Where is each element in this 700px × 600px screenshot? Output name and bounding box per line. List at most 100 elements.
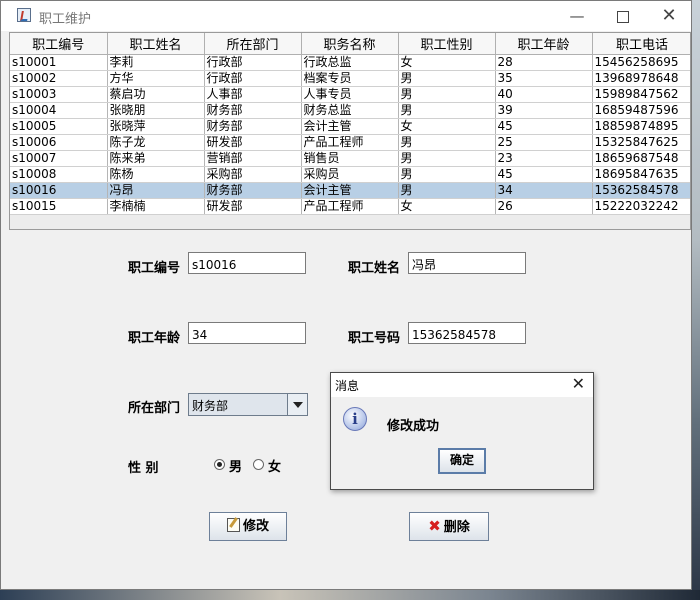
gender-male-radio[interactable] xyxy=(214,459,225,470)
table-cell[interactable]: 28 xyxy=(495,54,593,71)
table-cell[interactable]: 男 xyxy=(398,86,496,103)
column-header[interactable]: 职工编号 xyxy=(10,33,108,55)
column-header[interactable]: 职工姓名 xyxy=(107,33,205,55)
table-row[interactable]: s10016 冯昂 财务部 会计主管男 34 15362584578 xyxy=(10,182,690,199)
ok-button[interactable]: 确定 xyxy=(438,448,486,474)
table-cell[interactable]: 男 xyxy=(398,150,496,167)
dialog-title-bar[interactable]: 消息 ✕ xyxy=(331,373,593,397)
table-cell[interactable]: 26 xyxy=(495,198,593,215)
table-cell[interactable]: 15989847562 xyxy=(592,86,690,103)
table-cell[interactable]: 13968978648 xyxy=(592,70,690,87)
department-select[interactable]: 财务部 xyxy=(188,393,308,416)
table-cell[interactable]: s10003 xyxy=(10,86,108,103)
table-cell[interactable]: 档案专员 xyxy=(301,70,399,87)
table-cell[interactable]: 蔡启功 xyxy=(107,86,205,103)
table-cell[interactable]: 方华 xyxy=(107,70,205,87)
table-cell[interactable]: 采购部 xyxy=(204,166,302,183)
table-cell[interactable]: 张晓萍 xyxy=(107,118,205,135)
table-cell[interactable]: 35 xyxy=(495,70,593,87)
table-cell[interactable]: 15362584578 xyxy=(592,182,690,199)
table-cell[interactable]: 15325847625 xyxy=(592,134,690,151)
table-cell[interactable]: 行政部 xyxy=(204,54,302,71)
table-cell[interactable]: 人事部 xyxy=(204,86,302,103)
table-cell[interactable]: 男 xyxy=(398,166,496,183)
table-cell[interactable]: 张晓朋 xyxy=(107,102,205,119)
table-cell[interactable]: 财务部 xyxy=(204,102,302,119)
table-cell[interactable]: 产品工程师 xyxy=(301,198,399,215)
table-row[interactable]: s10004 张晓朋 财务部 财务总监男 39 16859487596 xyxy=(10,102,690,119)
table-cell[interactable]: 45 xyxy=(495,118,593,135)
table-cell[interactable]: s10008 xyxy=(10,166,108,183)
column-header[interactable]: 所在部门 xyxy=(204,33,302,55)
employee-table[interactable]: 职工编号 职工姓名 所在部门 职务名称 职工性别 职工年龄 职工电话 s10001 李莉 行政部… xyxy=(9,32,691,230)
table-cell[interactable]: 采购员 xyxy=(301,166,399,183)
column-header[interactable]: 职工性别 xyxy=(398,33,496,55)
table-cell[interactable]: 人事专员 xyxy=(301,86,399,103)
table-cell[interactable]: 男 xyxy=(398,102,496,119)
gender-male-label[interactable]: 男 xyxy=(229,456,242,475)
table-cell[interactable]: 行政总监 xyxy=(301,54,399,71)
table-cell[interactable]: 财务部 xyxy=(204,182,302,199)
table-cell[interactable]: s10016 xyxy=(10,182,108,199)
table-cell[interactable]: 产品工程师 xyxy=(301,134,399,151)
chevron-down-icon[interactable] xyxy=(287,394,307,415)
table-cell[interactable]: 女 xyxy=(398,54,496,71)
gender-female-radio[interactable] xyxy=(253,459,264,470)
table-cell[interactable]: 李楠楠 xyxy=(107,198,205,215)
dialog-close-button[interactable]: ✕ xyxy=(572,374,585,393)
table-cell[interactable]: 40 xyxy=(495,86,593,103)
table-cell[interactable]: s10005 xyxy=(10,118,108,135)
table-cell[interactable]: 18695847635 xyxy=(592,166,690,183)
table-row[interactable]: s10001 李莉 行政部 行政总监女 28 15456258695 xyxy=(10,54,690,71)
column-header[interactable]: 职工电话 xyxy=(592,33,690,55)
gender-female-label[interactable]: 女 xyxy=(268,456,281,475)
table-cell[interactable]: 销售员 xyxy=(301,150,399,167)
column-header[interactable]: 职工年龄 xyxy=(495,33,593,55)
table-cell[interactable]: 男 xyxy=(398,182,496,199)
table-cell[interactable]: 25 xyxy=(495,134,593,151)
table-cell[interactable]: s10004 xyxy=(10,102,108,119)
table-cell[interactable]: 陈杨 xyxy=(107,166,205,183)
table-row[interactable]: s10007 陈来弟 营销部 销售员男 23 18659687548 xyxy=(10,150,690,167)
table-cell[interactable]: 18859874895 xyxy=(592,118,690,135)
table-cell[interactable]: s10015 xyxy=(10,198,108,215)
table-cell[interactable]: s10007 xyxy=(10,150,108,167)
table-cell[interactable]: 15456258695 xyxy=(592,54,690,71)
table-cell[interactable]: 营销部 xyxy=(204,150,302,167)
table-cell[interactable]: 研发部 xyxy=(204,134,302,151)
table-cell[interactable]: 女 xyxy=(398,118,496,135)
table-cell[interactable]: 18659687548 xyxy=(592,150,690,167)
table-cell[interactable]: s10002 xyxy=(10,70,108,87)
table-cell[interactable]: 39 xyxy=(495,102,593,119)
table-row[interactable]: s10003 蔡启功 人事部 人事专员男 40 15989847562 xyxy=(10,86,690,103)
table-row[interactable]: s10008 陈杨 采购部 采购员男 45 18695847635 xyxy=(10,166,690,183)
table-row[interactable]: s10005 张晓萍 财务部 会计主管女 45 18859874895 xyxy=(10,118,690,135)
table-row[interactable]: s10006 陈子龙 研发部 产品工程师男 25 15325847625 xyxy=(10,134,690,151)
table-row[interactable]: s10002 方华 行政部 档案专员男 35 13968978648 xyxy=(10,70,690,87)
table-cell[interactable]: 行政部 xyxy=(204,70,302,87)
table-cell[interactable]: 23 xyxy=(495,150,593,167)
maximize-button[interactable] xyxy=(600,1,646,31)
table-cell[interactable]: 陈子龙 xyxy=(107,134,205,151)
delete-button[interactable]: ✖ 删除 xyxy=(409,512,489,541)
table-cell[interactable]: 李莉 xyxy=(107,54,205,71)
table-cell[interactable]: 财务部 xyxy=(204,118,302,135)
edit-button[interactable]: 修改 xyxy=(209,512,287,541)
table-cell[interactable]: 会计主管 xyxy=(301,182,399,199)
table-cell[interactable]: 16859487596 xyxy=(592,102,690,119)
table-cell[interactable]: 研发部 xyxy=(204,198,302,215)
close-button[interactable]: ✕ xyxy=(646,1,692,31)
table-cell[interactable]: 男 xyxy=(398,70,496,87)
employee-phone-field[interactable] xyxy=(408,322,526,344)
table-cell[interactable]: 45 xyxy=(495,166,593,183)
employee-age-field[interactable] xyxy=(188,322,306,344)
table-cell[interactable]: 陈来弟 xyxy=(107,150,205,167)
employee-name-field[interactable] xyxy=(408,252,526,274)
table-cell[interactable]: 15222032242 xyxy=(592,198,690,215)
table-row[interactable]: s10015 李楠楠 研发部 产品工程师女 26 15222032242 xyxy=(10,198,690,215)
title-bar[interactable]: 职工维护 — ✕ xyxy=(1,1,691,31)
employee-id-field[interactable] xyxy=(188,252,306,274)
minimize-button[interactable]: — xyxy=(554,1,600,31)
table-cell[interactable]: 女 xyxy=(398,198,496,215)
table-cell[interactable]: 会计主管 xyxy=(301,118,399,135)
